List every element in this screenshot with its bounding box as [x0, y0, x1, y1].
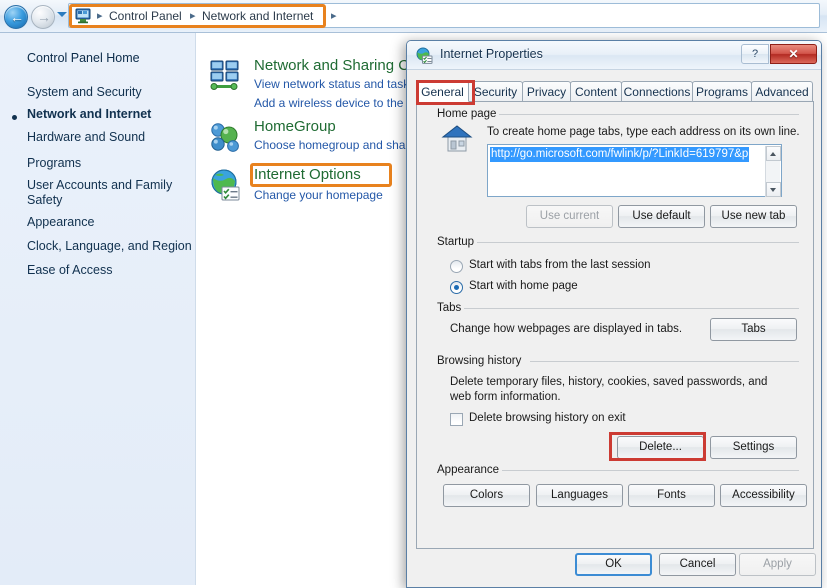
chevron-down-icon[interactable]	[57, 12, 67, 17]
internet-properties-dialog: Internet Properties ? ✕ General Security…	[406, 40, 822, 588]
apply-button[interactable]: Apply	[739, 553, 816, 576]
home-page-url-value: http://go.microsoft.com/fwlink/p/?LinkId…	[490, 147, 750, 162]
category-title[interactable]: HomeGroup	[254, 118, 336, 135]
group-divider	[530, 361, 799, 362]
tab-content[interactable]: Content	[570, 81, 622, 102]
sidebar-item-user-accounts-and-family-safety[interactable]: User Accounts and Family Safety	[27, 178, 172, 208]
control-panel-icon	[75, 8, 91, 24]
general-tab-panel: Home page To create home page tabs, type…	[416, 101, 814, 549]
close-icon[interactable]: ✕	[770, 44, 817, 64]
dialog-footer: OK Cancel Apply	[407, 547, 821, 587]
breadcrumb-separator: ▸	[331, 10, 337, 22]
forward-arrow-icon: →	[37, 9, 51, 25]
delete-button[interactable]: Delete...	[617, 436, 704, 459]
category-link[interactable]: Change your homepage	[254, 188, 383, 202]
back-button[interactable]: ←	[4, 5, 28, 29]
tab-security[interactable]: Security	[468, 81, 523, 102]
tab-connections[interactable]: Connections	[621, 81, 693, 102]
breadcrumb-network-and-internet[interactable]: Network and Internet	[202, 8, 313, 25]
browsing-history-description: Delete temporary files, history, cookies…	[450, 376, 768, 403]
radio-start-with-home-page-label: Start with home page	[469, 280, 578, 292]
category-link[interactable]: View network status and tasks	[254, 77, 415, 91]
colors-button[interactable]: Colors	[443, 484, 530, 507]
home-page-description: To create home page tabs, type each addr…	[487, 126, 800, 138]
sidebar-item-programs[interactable]: Programs	[27, 156, 81, 171]
fonts-button[interactable]: Fonts	[628, 484, 715, 507]
scroll-up-arrow-icon[interactable]	[766, 146, 781, 161]
internet-properties-icon	[416, 47, 433, 64]
use-default-button[interactable]: Use default	[618, 205, 705, 228]
breadcrumb-separator: ▸	[97, 10, 103, 22]
sidebar-item-ease-of-access[interactable]: Ease of Access	[27, 263, 112, 278]
cancel-button[interactable]: Cancel	[659, 553, 736, 576]
ok-button[interactable]: OK	[575, 553, 652, 576]
startup-group-label: Startup	[434, 236, 478, 248]
group-divider	[489, 114, 799, 115]
sidebar-selection-bullet	[12, 115, 17, 120]
browsing-history-group-label: Browsing history	[434, 355, 525, 367]
breadcrumb-separator: ▸	[190, 10, 196, 22]
network-sharing-icon	[210, 60, 239, 90]
dialog-title-bar[interactable]: Internet Properties ? ✕	[407, 41, 821, 70]
languages-button[interactable]: Languages	[536, 484, 623, 507]
delete-browsing-history-on-exit-label: Delete browsing history on exit	[469, 412, 626, 424]
sidebar-item-appearance[interactable]: Appearance	[27, 215, 94, 230]
use-current-button[interactable]: Use current	[526, 205, 613, 228]
group-divider	[477, 242, 799, 243]
tab-advanced[interactable]: Advanced	[751, 81, 813, 102]
house-icon	[441, 125, 473, 152]
sidebar-item-system-and-security[interactable]: System and Security	[27, 85, 142, 100]
address-bar[interactable]: ▸ Control Panel ▸ Network and Internet ▸	[68, 3, 820, 28]
scroll-down-arrow-icon[interactable]	[766, 182, 781, 197]
sidebar: Control Panel Home System and Security N…	[0, 33, 196, 585]
group-divider	[464, 308, 799, 309]
home-page-url-textarea[interactable]: http://go.microsoft.com/fwlink/p/?LinkId…	[487, 144, 782, 197]
internet-options-icon	[211, 169, 240, 201]
url-scrollbar[interactable]	[765, 146, 781, 197]
forward-button[interactable]: →	[31, 5, 55, 29]
dialog-tab-strip: General Security Privacy Content Connect…	[416, 81, 814, 102]
tabs-description: Change how webpages are displayed in tab…	[450, 323, 683, 335]
group-divider	[495, 470, 799, 471]
navigation-toolbar: ← → ▸ Control Panel ▸ Network and Intern…	[0, 0, 827, 33]
homegroup-icon	[211, 123, 239, 152]
appearance-group-label: Appearance	[434, 464, 503, 476]
radio-start-with-home-page[interactable]	[450, 281, 463, 294]
back-arrow-icon: ←	[10, 9, 24, 25]
tab-programs[interactable]: Programs	[692, 81, 752, 102]
sidebar-item-network-and-internet[interactable]: Network and Internet	[27, 107, 151, 122]
use-new-tab-button[interactable]: Use new tab	[710, 205, 797, 228]
sidebar-item-clock-language-and-region[interactable]: Clock, Language, and Region	[27, 239, 192, 254]
settings-button[interactable]: Settings	[710, 436, 797, 459]
tabs-group-label: Tabs	[434, 302, 465, 314]
tab-privacy[interactable]: Privacy	[522, 81, 571, 102]
tabs-button[interactable]: Tabs	[710, 318, 797, 341]
home-page-group-label: Home page	[434, 108, 500, 120]
sidebar-item-hardware-and-sound[interactable]: Hardware and Sound	[27, 130, 145, 145]
radio-start-with-last-session[interactable]	[450, 260, 463, 273]
help-button[interactable]: ?	[741, 44, 769, 64]
accessibility-button[interactable]: Accessibility	[720, 484, 807, 507]
dialog-title: Internet Properties	[440, 47, 543, 61]
radio-start-with-last-session-label: Start with tabs from the last session	[469, 259, 651, 271]
breadcrumb-control-panel[interactable]: Control Panel	[109, 8, 182, 25]
tab-general[interactable]: General	[416, 81, 469, 102]
delete-browsing-history-on-exit-checkbox[interactable]	[450, 413, 463, 426]
category-title[interactable]: Internet Options	[254, 166, 361, 183]
sidebar-item-control-panel-home[interactable]: Control Panel Home	[27, 51, 140, 66]
